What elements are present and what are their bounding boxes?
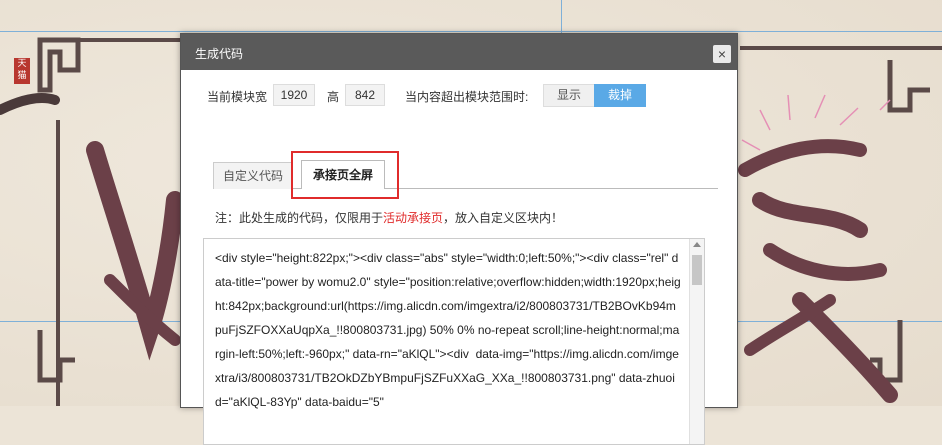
module-width-field[interactable]: 1920 — [273, 84, 315, 106]
module-height-label: 高 — [327, 90, 340, 104]
usage-note: 注：此处生成的代码，仅限用于活动承接页，放入自定义区块内！ — [215, 209, 563, 226]
tab-custom-code[interactable]: 自定义代码 — [213, 162, 293, 189]
code-tabs: 自定义代码 承接页全屏 — [213, 158, 718, 189]
close-icon[interactable]: × — [713, 45, 731, 63]
tab-highlight-box — [291, 151, 399, 199]
code-scrollbar[interactable] — [689, 239, 704, 444]
overflow-show-button[interactable]: 显示 — [543, 84, 595, 107]
code-text: <div style="height:822px;"><div class="a… — [215, 251, 681, 409]
module-width-label: 当前模块宽 — [207, 90, 268, 104]
code-textarea[interactable]: <div style="height:822px;"><div class="a… — [203, 238, 705, 445]
scroll-thumb[interactable] — [692, 255, 702, 285]
dialog-titlebar[interactable]: 生成代码 × — [181, 34, 737, 70]
dialog-title: 生成代码 — [195, 47, 244, 61]
overflow-clip-button[interactable]: 裁掉 — [594, 84, 646, 107]
tmall-seal: 天猫 — [14, 58, 30, 84]
note-highlight: 活动承接页 — [383, 211, 444, 225]
note-prefix: 注：此处生成的代码，仅限用于 — [215, 211, 384, 225]
overflow-label: 当内容超出模块范围时: — [405, 90, 529, 104]
generate-code-dialog: 生成代码 × 当前模块宽 1920 高 842 当内容超出模块范围时: 显示 裁… — [180, 33, 738, 445]
module-height-field[interactable]: 842 — [345, 84, 385, 106]
note-suffix: ，放入自定义区块内！ — [443, 211, 564, 225]
scroll-up-icon[interactable] — [693, 242, 701, 247]
dialog-body: 当前模块宽 1920 高 842 当内容超出模块范围时: 显示 裁掉 自定义代码… — [181, 70, 737, 445]
